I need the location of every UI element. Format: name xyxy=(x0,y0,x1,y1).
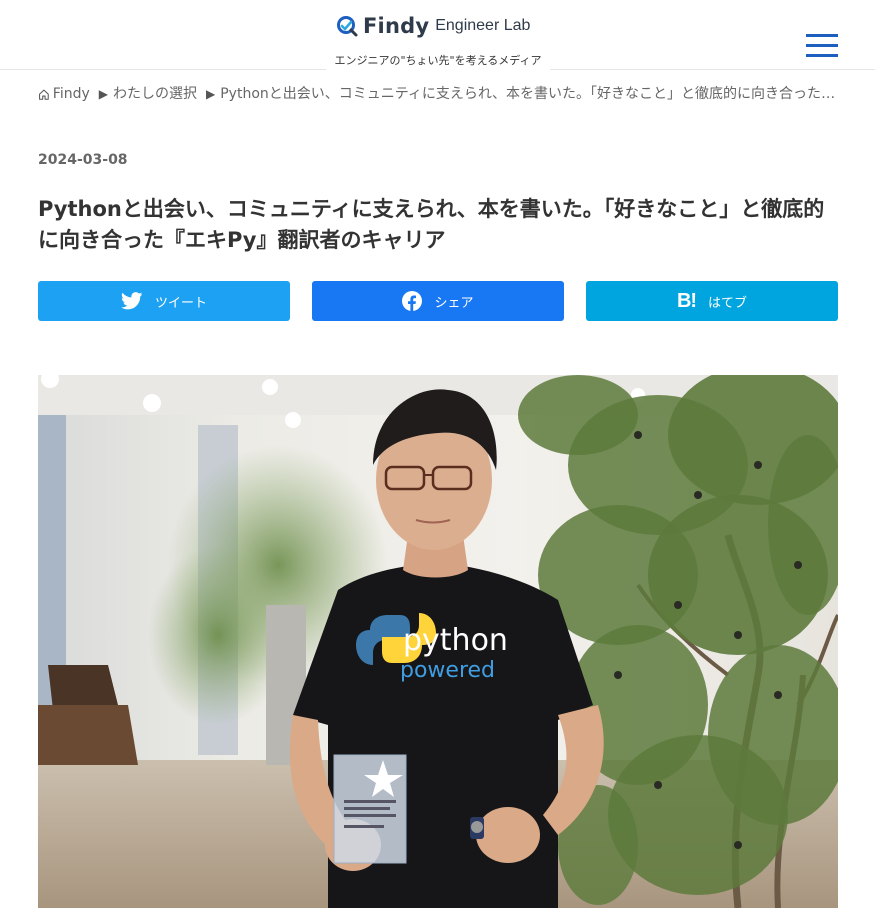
hero-image: python powered xyxy=(38,375,838,908)
hatena-bookmark-label: はてブ xyxy=(708,295,748,311)
logo-sub: Engineer Lab xyxy=(435,17,531,34)
article-date: 2024-03-08 xyxy=(38,152,128,168)
home-icon xyxy=(39,89,49,100)
site-tagline: エンジニアの"ちょい先"を考えるメディア xyxy=(334,54,542,67)
breadcrumb-home[interactable]: Findy xyxy=(53,84,90,104)
breadcrumb-arrow-icon: ▶ xyxy=(206,87,216,101)
site-header: Findy Engineer Lab エンジニアの"ちょい先"を考えるメディア xyxy=(0,0,875,70)
header-divider-left xyxy=(0,69,326,70)
breadcrumb-arrow-icon: ▶ xyxy=(98,87,108,101)
article-title: Pythonと出会い、コミュニティに支えられ、本を書いた。「好きなこと」と徹底的… xyxy=(38,197,825,252)
twitter-bird-icon xyxy=(121,292,143,310)
shirt-text-powered: powered xyxy=(400,658,495,683)
tweet-button[interactable]: ツイート xyxy=(38,281,290,321)
header-divider-right xyxy=(550,69,875,70)
logo-name: Findy xyxy=(363,14,430,38)
hatena-bookmark-icon: B! xyxy=(676,289,697,312)
site-logo[interactable]: Findy Engineer Lab xyxy=(336,14,530,38)
hatena-bookmark-button[interactable]: B! はてブ xyxy=(586,281,838,321)
breadcrumb: Findy ▶ わたしの選択 ▶ Pythonと出会い、コミュニティに支えられ、… xyxy=(38,84,838,104)
findy-logo-icon xyxy=(337,16,358,37)
hamburger-menu-icon[interactable] xyxy=(806,34,838,58)
facebook-share-button[interactable]: シェア xyxy=(312,281,564,321)
breadcrumb-category[interactable]: わたしの選択 xyxy=(113,84,197,104)
hero-photo: python powered xyxy=(38,375,838,908)
tweet-label: ツイート xyxy=(154,295,207,311)
breadcrumb-current: Pythonと出会い、コミュニティに支えられ、本を書いた。「好きなこと」と徹底的… xyxy=(220,86,838,102)
facebook-icon xyxy=(402,291,423,311)
facebook-share-label: シェア xyxy=(434,295,474,311)
award-trophy xyxy=(333,754,407,864)
shirt-text-python: python xyxy=(403,623,508,658)
